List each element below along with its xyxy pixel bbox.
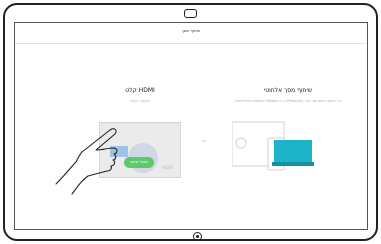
wireless-option-subtitle: השתמש באפליקציית Webex או ב-Proximity כד… — [234, 99, 342, 103]
or-separator: או — [202, 138, 206, 143]
screen-title: שיתוף מסך — [181, 28, 201, 33]
wireless-share-illustration[interactable] — [232, 120, 314, 180]
laptop-screen-icon — [274, 140, 312, 162]
wireless-option-title: שיתוף מסך אלחוטי — [263, 87, 313, 94]
camera-notch-icon — [184, 9, 197, 18]
hdmi-option-subtitle: התחבר בכבל — [130, 99, 150, 103]
laptop-base-icon — [272, 162, 314, 166]
pointing-hand-icon — [55, 128, 118, 195]
hdmi-option-title: קלט HDMI — [125, 87, 155, 94]
wireless-signal-icon — [235, 137, 247, 149]
hdmi-logo: HDMI — [162, 165, 173, 170]
home-button-icon[interactable] — [193, 232, 202, 241]
header-divider — [15, 43, 367, 44]
